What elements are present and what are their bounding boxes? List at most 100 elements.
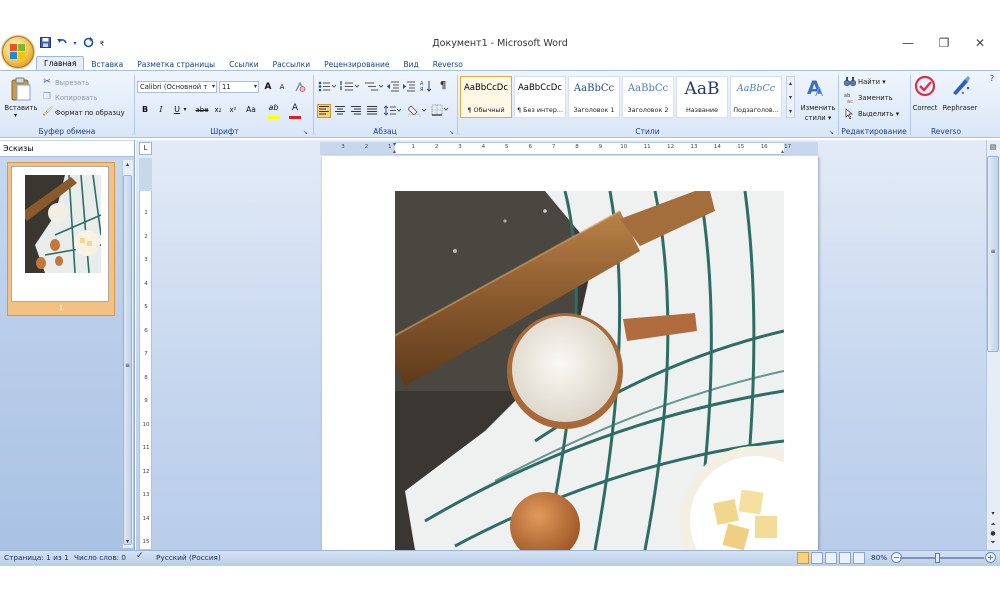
style-sample: AaBbCcDc — [463, 83, 509, 93]
change-case-button[interactable]: Aa — [243, 104, 259, 116]
full-screen-reading-view-button[interactable] — [811, 552, 823, 564]
proofing-icon[interactable]: ✓ — [136, 551, 144, 561]
justify-button[interactable] — [366, 105, 378, 120]
font-color-swatch — [289, 116, 301, 119]
tab-home[interactable]: Главная — [36, 56, 85, 71]
style-name: Название — [685, 106, 719, 114]
outline-view-button[interactable] — [839, 552, 851, 564]
maximize-button[interactable]: ❐ — [929, 35, 959, 51]
dialog-launcher-icon[interactable]: ↘ — [449, 127, 454, 138]
increase-indent-icon[interactable] — [403, 81, 415, 96]
office-logo-icon — [10, 44, 26, 60]
style-title[interactable]: AaB Название — [676, 76, 728, 118]
dialog-launcher-icon[interactable]: ↘ — [829, 127, 834, 138]
office-button[interactable] — [2, 36, 34, 68]
change-styles-button[interactable]: Изменить — [797, 104, 839, 112]
customize-qat-icon[interactable]: ₹ — [98, 37, 106, 51]
minimize-button[interactable]: — — [893, 35, 923, 51]
language-status[interactable]: Русский (Россия) — [156, 553, 221, 562]
shading-icon[interactable] — [407, 104, 428, 121]
ruler-number: 14 — [142, 515, 150, 522]
help-icon[interactable]: ? — [986, 73, 998, 84]
format-painter-button[interactable]: Формат по образцу — [55, 109, 125, 117]
copy-button[interactable]: Копировать — [55, 94, 97, 102]
multilevel-list-icon[interactable] — [363, 81, 385, 96]
redo-icon[interactable] — [81, 37, 95, 51]
superscript-button[interactable]: x² — [227, 104, 239, 116]
draft-view-button[interactable] — [853, 552, 865, 564]
scroll-down-icon[interactable]: ▾ — [987, 510, 999, 520]
bullets-icon[interactable] — [317, 81, 337, 96]
page-count-status[interactable]: Страница: 1 из 1 — [4, 553, 69, 562]
rephraser-button[interactable]: Rephraser — [940, 104, 980, 112]
select-button[interactable]: Выделить ▾ — [858, 110, 899, 118]
sort-icon[interactable]: AЯ — [420, 80, 432, 96]
find-button[interactable]: Найти ▾ — [858, 78, 886, 86]
bold-button[interactable]: B — [139, 104, 151, 116]
dialog-launcher-icon[interactable]: ↘ — [303, 127, 308, 138]
next-page-icon[interactable]: ⏷ — [987, 539, 999, 549]
paste-icon[interactable] — [9, 77, 33, 101]
print-layout-view-button[interactable] — [797, 552, 809, 564]
replace-button[interactable]: Заменить — [858, 94, 893, 102]
ruler-left-margin — [320, 142, 395, 155]
close-button[interactable]: ✕ — [965, 35, 995, 51]
strikethrough-button[interactable]: abe — [193, 104, 211, 116]
align-left-button[interactable] — [317, 104, 331, 118]
reverso-correct-icon[interactable] — [913, 75, 937, 99]
decrease-indent-icon[interactable] — [387, 81, 399, 96]
zoom-slider-knob[interactable] — [935, 553, 940, 563]
scroll-down-icon[interactable]: ▾ — [123, 538, 132, 548]
save-icon[interactable] — [38, 37, 52, 51]
align-center-button[interactable] — [334, 105, 346, 120]
style-heading-2[interactable]: AaBbCc Заголовок 2 — [622, 76, 674, 118]
align-right-button[interactable] — [350, 105, 362, 120]
zoom-in-button[interactable]: + — [985, 552, 996, 563]
clear-formatting-icon[interactable] — [294, 81, 306, 93]
paste-button[interactable]: Вставить — [3, 104, 39, 112]
numbering-icon[interactable] — [339, 81, 361, 96]
borders-icon[interactable] — [431, 104, 451, 120]
style-heading-1[interactable]: AaBbCc Заголовок 1 — [568, 76, 620, 118]
undo-dropdown-icon[interactable]: ▾ — [72, 37, 78, 51]
font-name-combo[interactable]: Calibri (Основной т ▾ — [137, 81, 217, 93]
thumbnail-photo — [21, 174, 102, 274]
style-sample: AaBbCc — [573, 83, 615, 94]
font-color-button[interactable]: A — [289, 102, 301, 114]
ruler-number: 4 — [144, 280, 148, 287]
undo-icon[interactable] — [55, 37, 69, 51]
paste-dropdown-icon[interactable]: ▾ — [14, 112, 17, 119]
subscript-button[interactable]: x₂ — [212, 104, 224, 116]
ruler-number: 12 — [667, 144, 675, 150]
zoom-level[interactable]: 80% — [871, 553, 887, 562]
style-subtitle[interactable]: AaBbCc Подзаголов... — [730, 76, 782, 118]
tab-stop-selector[interactable]: L — [139, 142, 152, 155]
cut-button[interactable]: Вырезать — [55, 79, 89, 87]
italic-button[interactable]: I — [155, 104, 167, 116]
style-name: Заголовок 1 — [573, 106, 615, 114]
zoom-slider[interactable] — [900, 557, 984, 559]
reverso-rephraser-icon[interactable] — [948, 75, 972, 99]
style-normal[interactable]: AaBbCcDc ¶ Обычный — [460, 76, 512, 118]
inserted-photo[interactable] — [384, 190, 830, 596]
underline-dropdown-icon[interactable]: ▾ — [182, 104, 188, 116]
highlight-button[interactable]: ab — [267, 102, 280, 114]
style-gallery-scroll[interactable]: ▴ ▾ ▾ — [786, 76, 795, 118]
correct-button[interactable]: Correct — [910, 104, 940, 112]
ruler-number: 15 — [737, 144, 745, 150]
scroll-up-icon[interactable]: ▴ — [123, 161, 132, 171]
web-layout-view-button[interactable] — [825, 552, 837, 564]
grow-font-button[interactable]: A — [262, 81, 274, 93]
font-size-combo[interactable]: 11 ▾ — [219, 81, 259, 93]
word-count-status[interactable]: Число слов: 0 — [74, 553, 126, 562]
line-spacing-icon[interactable] — [383, 105, 402, 120]
style-no-spacing[interactable]: AaBbCcDc ¶ Без интер... — [514, 76, 566, 118]
ruler-number: 2 — [364, 144, 369, 150]
show-formatting-marks-button[interactable]: ¶ — [437, 80, 449, 91]
thumbnails-scrollbar-thumb[interactable] — [123, 175, 132, 545]
editing-group-label: Редактирование — [841, 127, 907, 136]
shrink-font-button[interactable]: A — [276, 81, 288, 93]
style-name: ¶ Без интер... — [517, 106, 563, 114]
change-styles-icon[interactable]: AA — [806, 75, 830, 99]
ruler-view-icon[interactable]: ▤ — [987, 141, 999, 153]
